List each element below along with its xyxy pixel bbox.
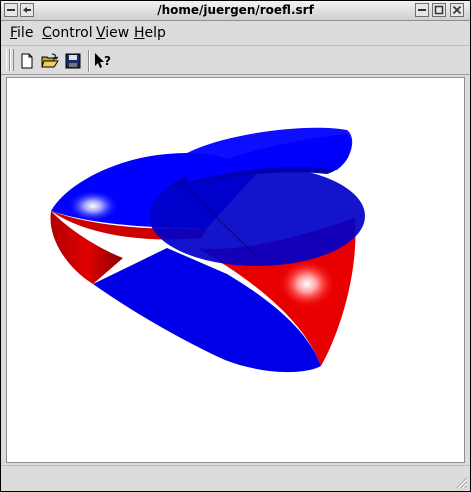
menu-control-mnemonic: C [42, 25, 52, 41]
menu-help-mnemonic: H [134, 25, 145, 41]
red-specular-highlight [279, 260, 335, 308]
save-disk-icon[interactable] [62, 50, 84, 72]
toolbar: ? [1, 45, 470, 75]
menu-help-rest: elp [144, 25, 166, 41]
surface-rendering [50, 127, 365, 373]
menu-control-rest: ontrol [51, 25, 93, 41]
menu-bar: File Control View Help [1, 21, 470, 44]
toolbar-separator [88, 50, 90, 72]
render-viewport[interactable] [6, 77, 465, 463]
close-icon[interactable] [450, 3, 464, 17]
menu-file-rest: ile [17, 25, 34, 41]
maximize-icon[interactable] [432, 3, 446, 17]
toolbar-grip-2[interactable] [10, 49, 14, 71]
svg-text:?: ? [104, 54, 111, 68]
menu-view-rest: iew [105, 25, 130, 41]
new-file-icon[interactable] [16, 50, 38, 72]
title-bar[interactable]: /home/juergen/roefl.srf [1, 1, 470, 21]
window-title: /home/juergen/roefl.srf [157, 3, 314, 17]
blue-specular-highlight [67, 190, 119, 222]
menu-view[interactable]: View [96, 25, 129, 41]
minimize-icon[interactable] [415, 3, 429, 17]
open-folder-icon[interactable] [39, 50, 61, 72]
status-bar [1, 465, 470, 491]
menu-control[interactable]: Control [42, 25, 93, 41]
menu-file-mnemonic: F [10, 25, 18, 41]
whats-this-help-icon[interactable]: ? [92, 50, 114, 72]
menu-file[interactable]: File [10, 25, 33, 41]
menu-view-mnemonic: V [96, 25, 106, 41]
menu-help[interactable]: Help [134, 25, 166, 41]
resize-grip-icon[interactable] [454, 475, 468, 489]
app-window: /home/juergen/roefl.srf File Control Vie… [0, 0, 471, 492]
